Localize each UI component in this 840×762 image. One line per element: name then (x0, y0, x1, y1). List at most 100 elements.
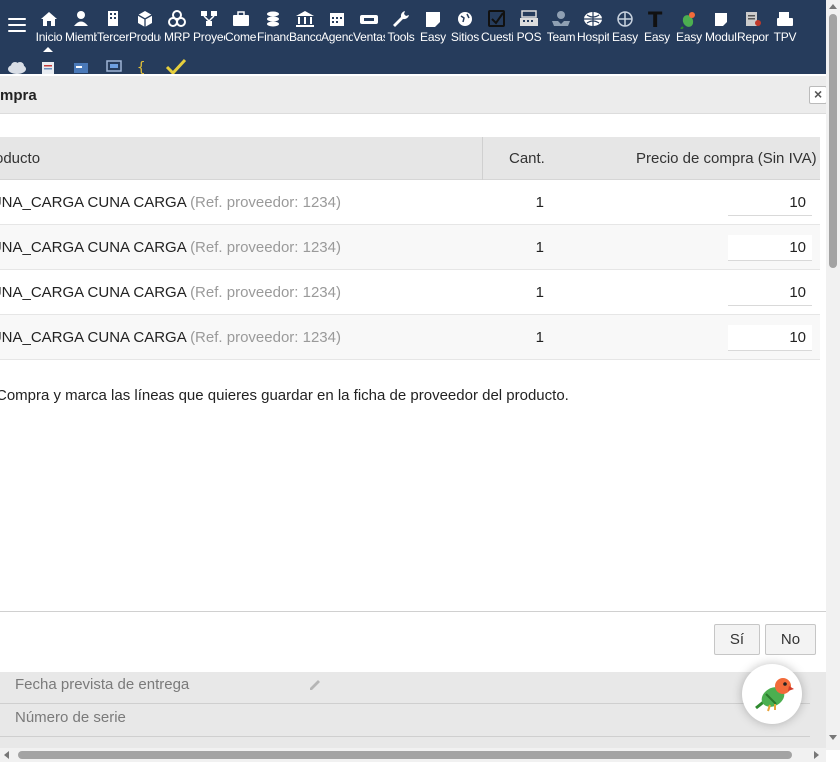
vertical-scroll-thumb[interactable] (829, 14, 837, 268)
menu-item-label: MRP (163, 30, 191, 44)
member-icon (70, 10, 92, 28)
document-icon[interactable] (40, 58, 56, 74)
home-icon (38, 10, 60, 28)
purchase-price-input[interactable] (728, 190, 812, 216)
menu-item-0[interactable]: Inicio (33, 0, 65, 52)
assistant-parrot-button[interactable] (742, 664, 802, 724)
supplier-ref: (Ref. proveedor: 1234) (190, 329, 341, 346)
menu-item-label: Productos (129, 30, 161, 44)
cash-register-icon (518, 10, 540, 28)
menu-item-label: Easy (676, 30, 702, 44)
menu-item-10[interactable]: Ventas (353, 0, 385, 52)
table-row: CUNA_CARGA CUNA CARGA (Ref. proveedor: 1… (0, 270, 820, 315)
scroll-down-icon[interactable] (829, 735, 837, 740)
calendar-icon (326, 10, 348, 28)
product-name: CUNA_CARGA CUNA CARGA (0, 329, 186, 346)
note-icon (422, 10, 444, 28)
menu-item-4[interactable]: MRP (161, 0, 193, 52)
cloud-icon[interactable] (6, 58, 28, 74)
no-button[interactable]: No (765, 624, 816, 655)
menu-item-13[interactable]: Sitios (449, 0, 481, 52)
column-header-qty: Cant. (509, 150, 545, 167)
briefcase-icon (230, 10, 252, 28)
menu-item-20[interactable]: Easy (673, 0, 705, 52)
menu-item-label: Hospital (577, 30, 609, 44)
quick-icons-row: { } (0, 58, 200, 74)
scroll-left-icon[interactable] (4, 751, 9, 759)
menu-item-23[interactable]: TPV (769, 0, 801, 52)
menu-item-9[interactable]: Agenda (321, 0, 353, 52)
quantity-cell: 1 (535, 284, 544, 301)
table-row: CUNA_CARGA CUNA CARGA (Ref. proveedor: 1… (0, 315, 820, 360)
parrot-icon (678, 10, 700, 29)
menu-item-label: Agenda (321, 30, 353, 44)
menu-item-label: Easy (612, 30, 638, 44)
quantity-cell: 1 (535, 329, 544, 346)
menu-item-5[interactable]: Proyectos (193, 0, 225, 52)
table-row: CUNA_CARGA CUNA CARGA (Ref. proveedor: 1… (0, 180, 820, 225)
hamburger-menu-icon[interactable] (8, 18, 26, 34)
menu-item-8[interactable]: Bancos (289, 0, 321, 52)
pencil-icon[interactable] (307, 677, 323, 693)
card-icon[interactable] (72, 58, 90, 74)
menu-item-16[interactable]: Team (545, 0, 577, 52)
menu-item-15[interactable]: POS (513, 0, 545, 52)
purchase-price-input[interactable] (728, 280, 812, 306)
menu-item-label: Modulos (705, 30, 737, 44)
horizontal-scrollbar[interactable] (0, 748, 826, 762)
top-navigation-bar: InicioMiembrosTercerosProductosMRPProyec… (0, 0, 826, 74)
building-icon (102, 10, 124, 28)
menu-item-21[interactable]: Modulos (705, 0, 737, 52)
menu-item-22[interactable]: Reportes (737, 0, 769, 52)
table-body: CUNA_CARGA CUNA CARGA (Ref. proveedor: 1… (0, 180, 820, 360)
menu-item-label: Cuestionario (481, 30, 513, 44)
purchase-dialog: Compra × Producto Cant. Precio de compra… (0, 76, 827, 671)
menu-item-18[interactable]: Easy (609, 0, 641, 52)
menu-item-12[interactable]: Easy (417, 0, 449, 52)
supplier-ref: (Ref. proveedor: 1234) (190, 239, 341, 256)
cube-icon (134, 10, 156, 28)
close-button[interactable]: × (809, 86, 827, 104)
menu-item-6[interactable]: Comercial (225, 0, 257, 52)
menu-item-7[interactable]: Financiera (257, 0, 289, 52)
product-name: CUNA_CARGA CUNA CARGA (0, 284, 186, 301)
checkmark-icon[interactable] (164, 58, 188, 74)
menu-item-label: Team (546, 30, 576, 44)
menu-item-11[interactable]: Tools (385, 0, 417, 52)
product-name: CUNA_CARGA CUNA CARGA (0, 239, 186, 256)
menu-item-19[interactable]: T Easy (641, 0, 673, 52)
menu-item-label: Reportes (737, 30, 769, 44)
menu-item-14[interactable]: Cuestionario (481, 0, 513, 52)
checkbox-icon (486, 10, 508, 28)
menu-item-label: Inicio (35, 30, 63, 44)
text-icon: T (646, 9, 668, 29)
purchase-price-input[interactable] (728, 235, 812, 261)
team-icon (550, 10, 572, 28)
column-divider (482, 137, 483, 180)
menu-item-3[interactable]: Productos (129, 0, 161, 52)
menu-item-1[interactable]: Miembros (65, 0, 97, 52)
yes-button[interactable]: Sí (714, 624, 760, 655)
purchase-price-input[interactable] (728, 325, 812, 351)
menu-item-label: Proyectos (193, 30, 225, 44)
table-header: Producto Cant. Precio de compra (Sin IVA… (0, 137, 820, 180)
menu-item-label: Terceros (97, 30, 129, 44)
sticky-note-icon (710, 10, 732, 28)
screen-icon[interactable] (104, 58, 124, 74)
close-icon: × (814, 86, 823, 102)
dialog-header: Compra × (0, 76, 827, 114)
braces-icon[interactable]: { } (136, 58, 154, 74)
delivery-date-field[interactable]: Fecha prevista de entrega (0, 672, 810, 704)
column-header-product: Producto (0, 150, 41, 167)
horizontal-scroll-thumb[interactable] (18, 751, 792, 759)
menu-item-label: Comercial (225, 30, 257, 44)
menu-item-2[interactable]: Terceros (97, 0, 129, 52)
menu-item-label: Easy (420, 30, 446, 44)
serial-number-field[interactable]: Número de serie (0, 705, 810, 737)
dialog-footer: Sí No (0, 611, 826, 671)
scroll-up-icon[interactable] (829, 4, 837, 9)
menu-item-17[interactable]: Hospital (577, 0, 609, 52)
menu-item-label: Financiera (257, 30, 289, 44)
vertical-scrollbar[interactable] (826, 0, 840, 750)
scroll-right-icon[interactable] (814, 751, 819, 759)
